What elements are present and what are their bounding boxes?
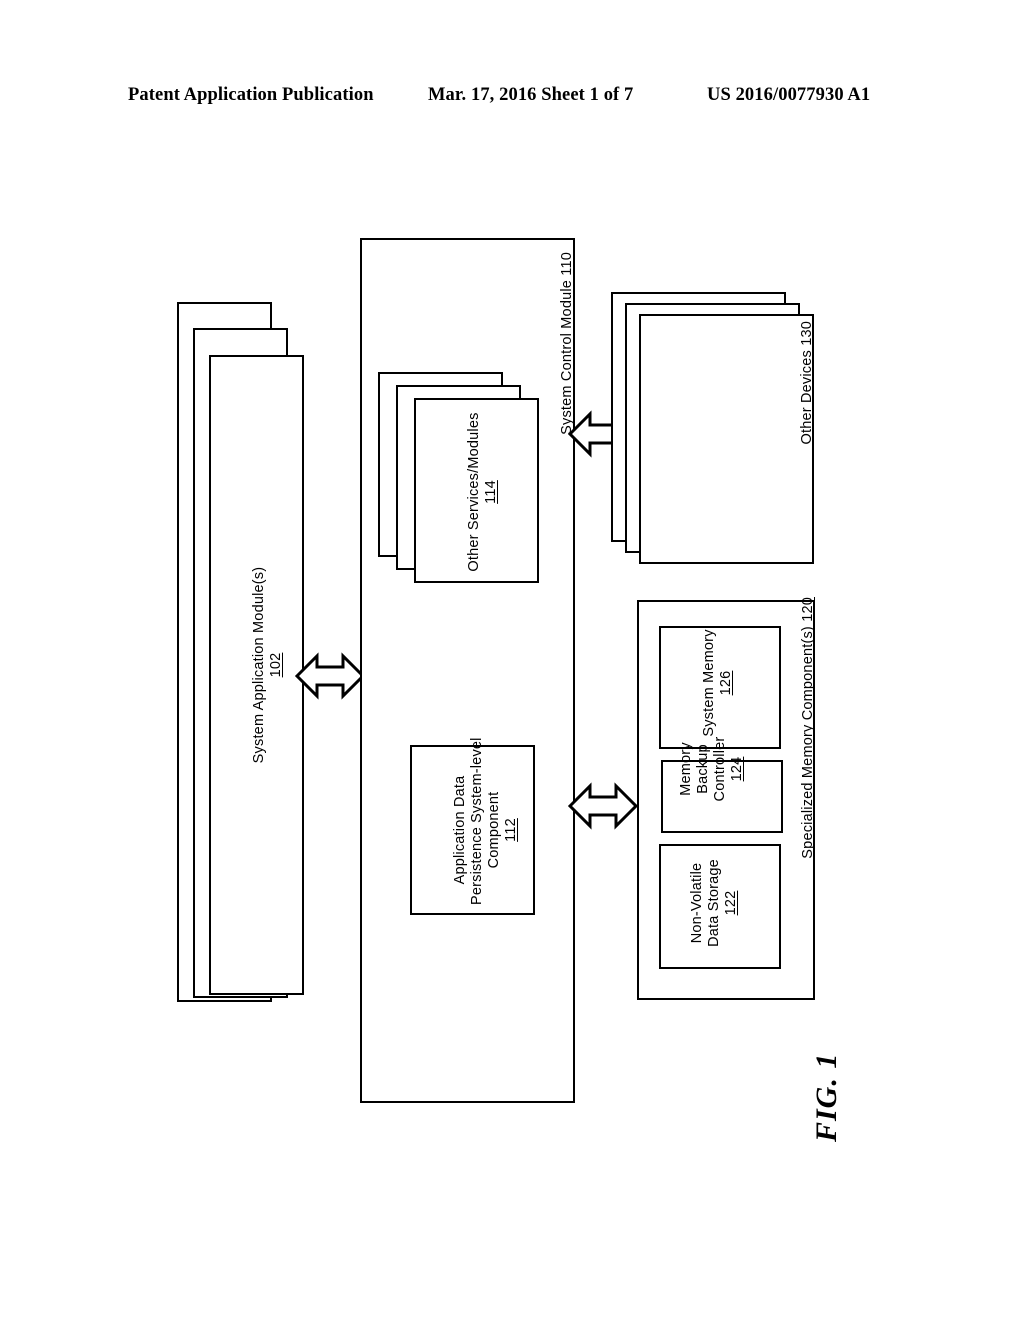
other-services-modules-label: Other Services/Modules 114 (466, 412, 500, 572)
publication-title: Patent Application Publication (128, 85, 374, 105)
publication-number: US 2016/0077930 A1 (707, 85, 871, 105)
memory-backup-controller-label: Memory Backup Controller 124 (678, 736, 746, 802)
application-data-persistence-label: Application Data Persistence System-leve… (452, 737, 520, 905)
publication-date-sheet: Mar. 17, 2016 Sheet 1 of 7 (428, 85, 634, 105)
page-header: Patent Application Publication Mar. 17, … (0, 85, 1024, 115)
figure-caption: FIG. 1 (810, 1052, 843, 1142)
system-control-module-block: System Control Module 110 (360, 238, 575, 1103)
specialized-memory-components-block: Specialized Memory Component(s) 120 Syst… (637, 597, 816, 1000)
application-data-persistence-block: Application Data Persistence System-leve… (410, 737, 535, 915)
other-devices-block: Other Devices 130 (639, 314, 815, 564)
system-application-modules-block: System Application Module(s) 102 (209, 355, 304, 995)
specialized-memory-components-label: Specialized Memory Component(s) 120 (800, 597, 816, 859)
non-volatile-data-storage-block: Non-Volatile Data Storage 122 (659, 844, 781, 969)
non-volatile-data-storage-label: Non-Volatile Data Storage 122 (689, 859, 740, 947)
system-application-modules-label: System Application Module(s) 102 (251, 566, 285, 764)
other-services-modules-block: Other Services/Modules 114 (414, 398, 539, 583)
other-devices-label: Other Devices 130 (799, 321, 815, 445)
memory-backup-controller-block: Memory Backup Controller 124 (661, 737, 783, 833)
